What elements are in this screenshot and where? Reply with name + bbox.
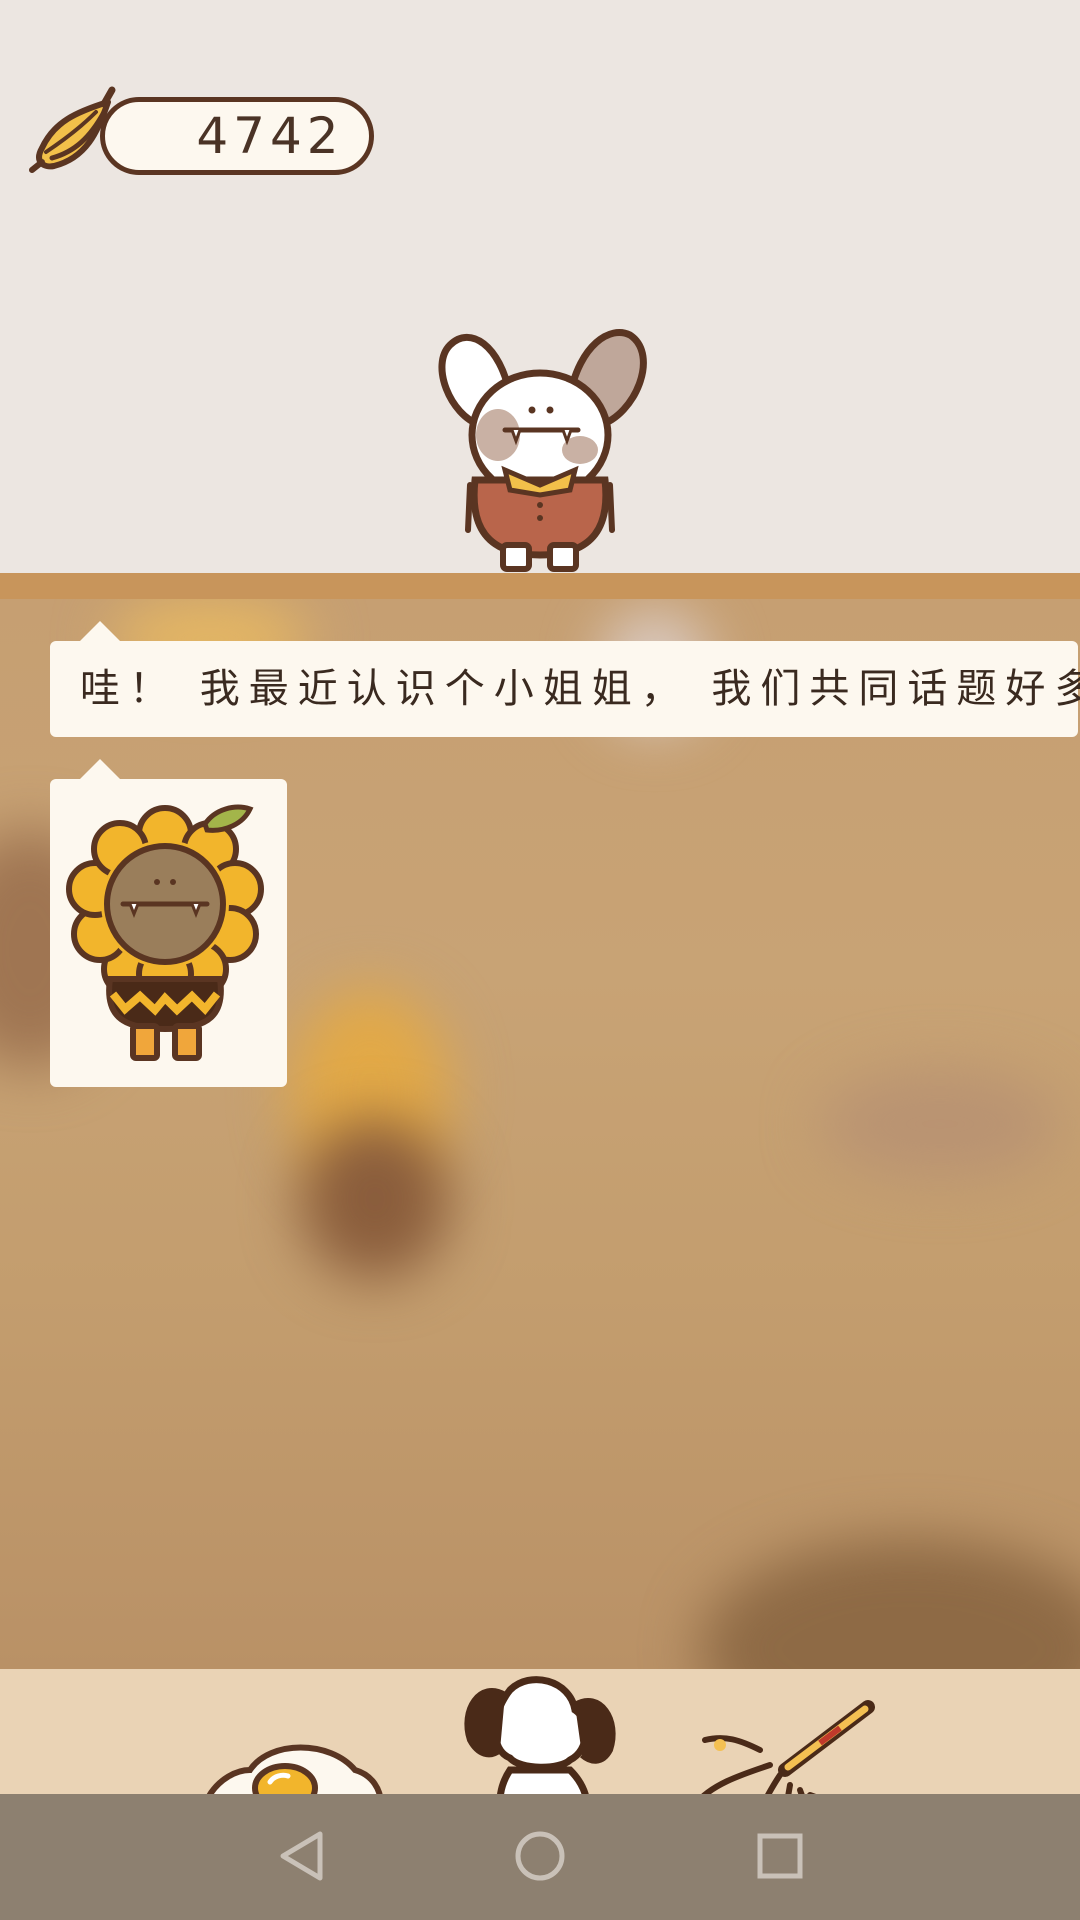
dialogue-text: 哇！ 我最近认识个小姐姐， 我们共同话题好多: [80, 666, 1080, 712]
home-icon[interactable]: [505, 1826, 575, 1886]
dialogue-bubble[interactable]: 哇！ 我最近认识个小姐姐， 我们共同话题好多: [50, 621, 1080, 737]
rabbit-character[interactable]: [430, 305, 650, 575]
banana-icon: [29, 86, 116, 173]
sunflower-character: [66, 804, 264, 1061]
speaker-portrait-card: [50, 759, 287, 1087]
back-icon[interactable]: [265, 1826, 335, 1886]
recents-icon[interactable]: [745, 1826, 815, 1886]
shelf-divider: [0, 573, 1080, 599]
banana-counter: 4742: [100, 97, 374, 175]
banana-count: 4742: [196, 107, 344, 165]
blurred-background-scene: [0, 599, 1080, 1669]
